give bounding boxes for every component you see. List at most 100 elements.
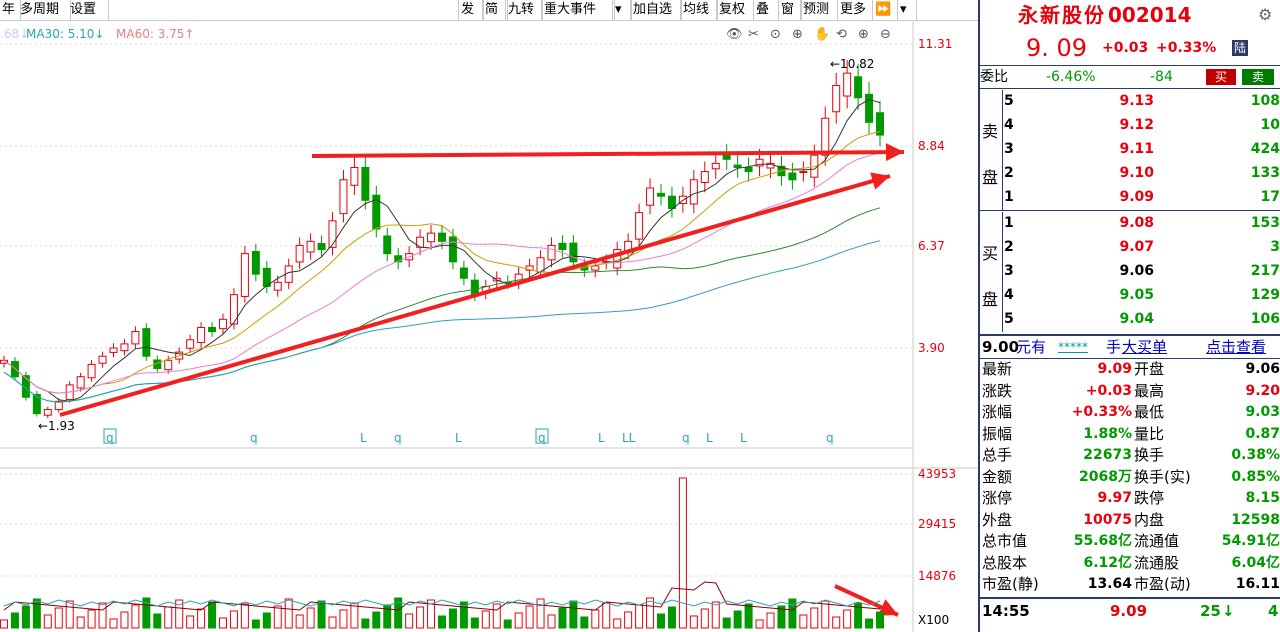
sell-book-level: 1 (1004, 189, 1014, 205)
stats-value: 9.06 (1245, 361, 1280, 377)
volume-bar (689, 615, 698, 629)
buy-book-vol: 129 (1250, 287, 1280, 303)
volume-bar (339, 609, 348, 629)
gear-icon[interactable]: ⚙ (1258, 2, 1272, 28)
sell-book-row[interactable]: 2 9.10 133 (1002, 162, 1280, 184)
event-marker[interactable]: q (394, 431, 402, 445)
volume-bar (788, 598, 797, 629)
stats-row: 涨停 9.97 跌停 8.15 (980, 488, 1280, 509)
big-order-row[interactable]: 9.00 元有 ***** 手 大买单 点击查看 (980, 337, 1280, 358)
volume-bar (876, 611, 884, 629)
buy-book-row[interactable]: 4 9.05 129 (1002, 284, 1280, 306)
toolbar-right-2[interactable]: 九转 (505, 0, 543, 20)
volume-bar (700, 608, 709, 629)
buy-book-level: 1 (1004, 215, 1014, 231)
event-marker[interactable]: L (598, 431, 605, 445)
buy-book-row[interactable]: 1 9.08 153 (1002, 212, 1280, 234)
buy-button[interactable]: 买 (1206, 69, 1236, 85)
volume-bar (87, 609, 96, 629)
volume-axis-label: 43953 (918, 467, 956, 481)
toolbar-right-4[interactable]: ▾ (612, 0, 632, 20)
volume-axis-label: X100 (918, 613, 949, 627)
price-axis-label: 8.84 (918, 139, 945, 153)
event-marker[interactable]: L (740, 431, 747, 445)
zoom-out-icon[interactable]: ⊖ (880, 27, 891, 42)
volume-bar (306, 607, 315, 629)
toolbar-right-9[interactable]: 窗 (778, 0, 802, 20)
scissors-icon[interactable]: ✂ (748, 27, 759, 42)
candle-body (208, 326, 217, 333)
stats-label: 总市值 (982, 532, 1028, 550)
volume-bar (646, 597, 655, 629)
toolbar-right-13[interactable]: ▾ (897, 0, 917, 20)
stats-value: 9.09 (1097, 361, 1132, 377)
toolbar-right-0[interactable]: 发 (458, 0, 484, 20)
sell-book-row[interactable]: 4 9.12 10 (1002, 114, 1280, 136)
candle-body (427, 232, 436, 243)
volume-bar (197, 608, 206, 629)
event-marker[interactable]: L (706, 431, 713, 445)
sell-book-price: 9.11 (1119, 141, 1154, 157)
volume-bar (416, 606, 425, 629)
hand-icon[interactable]: ✋ (814, 26, 830, 42)
zoom-in-icon[interactable]: ⊕ (858, 27, 869, 42)
buy-book-row[interactable]: 3 9.06 217 (1002, 260, 1280, 282)
toolbar-right-5[interactable]: 加自选 (630, 0, 682, 20)
volume-bar (865, 618, 874, 629)
buy-book-level: 4 (1004, 287, 1014, 303)
candle-body (43, 409, 52, 416)
event-marker[interactable]: L (455, 431, 462, 445)
event-marker[interactable]: q (250, 431, 258, 445)
stats-row: 外盘 10075 内盘 12598 (980, 510, 1280, 531)
buy-book-vol: 153 (1250, 215, 1280, 231)
sell-button[interactable]: 卖 (1242, 69, 1274, 85)
stats-label: 市盈(动) (1134, 575, 1191, 593)
kline-chart[interactable]: .68↓MA30: 5.10↓ MA60: 3.75↑ 👁 ✂ ⊙ ⊕ ✋ ⟲ ⊕ ⊖ 11.31 8… (0, 20, 978, 632)
event-marker[interactable]: q (826, 431, 834, 445)
candle-body (689, 179, 698, 205)
sell-book-row[interactable]: 5 9.13 108 (1002, 90, 1280, 112)
eye-icon[interactable]: 👁 (726, 27, 743, 42)
volume-bar (361, 618, 370, 629)
sell-book-price: 9.10 (1119, 165, 1154, 181)
volume-bar (514, 612, 523, 629)
event-marker[interactable]: LL (622, 431, 636, 445)
buy-book-vol: 106 (1250, 311, 1280, 327)
sell-book-row[interactable]: 3 9.11 424 (1002, 138, 1280, 160)
stats-value: 6.12亿 (1083, 554, 1132, 571)
stats-label: 市盈(静) (982, 575, 1039, 593)
sell-book-level: 4 (1004, 117, 1014, 133)
volume-bar (65, 600, 74, 629)
toolbar-right-7[interactable]: 复权 (716, 0, 754, 20)
buy-book-row[interactable]: 5 9.04 106 (1002, 308, 1280, 330)
toolbar-right-10[interactable]: 预测 (800, 0, 838, 20)
toolbar-left-1[interactable]: 多周期 (18, 0, 71, 20)
buy-book-price: 9.05 (1119, 287, 1154, 303)
candle-body (547, 244, 556, 261)
buy-book-label: 买盘 (980, 212, 1003, 332)
toolbar-right-12[interactable]: ⏩ (872, 0, 898, 20)
event-marker[interactable]: L (360, 431, 367, 445)
toolbar-right-6[interactable]: 均线 (680, 0, 718, 20)
toolbar-right-8[interactable]: 叠 (753, 0, 779, 20)
stats-label: 换手 (1134, 446, 1165, 464)
toolbar-left-2[interactable]: 设置 (68, 0, 109, 20)
buy-book-row[interactable]: 2 9.07 3 (1002, 236, 1280, 258)
stats-value: 1.88% (1083, 425, 1132, 442)
big-order-link[interactable]: 点击查看 (1206, 337, 1266, 358)
event-marker[interactable]: q (682, 431, 690, 445)
play-icon[interactable]: ⊙ (770, 27, 781, 42)
lock-icon[interactable]: ⊕ (792, 27, 803, 42)
volume-bar (569, 600, 578, 629)
candle-body (131, 331, 140, 345)
sell-book-row[interactable]: 1 9.09 17 (1002, 186, 1280, 208)
volume-bar (744, 603, 753, 629)
toolbar-right-3[interactable]: 重大事件 (541, 0, 615, 20)
toolbar-right-11[interactable]: 更多 (837, 0, 873, 20)
undo-icon[interactable]: ⟲ (836, 27, 847, 42)
stats-label: 最新 (982, 360, 1013, 378)
stats-label: 流通值 (1134, 532, 1180, 550)
stock-header: 永新股份 002014 ⚙ (980, 2, 1280, 28)
volume-bar (328, 616, 337, 629)
candle-body (865, 93, 874, 123)
